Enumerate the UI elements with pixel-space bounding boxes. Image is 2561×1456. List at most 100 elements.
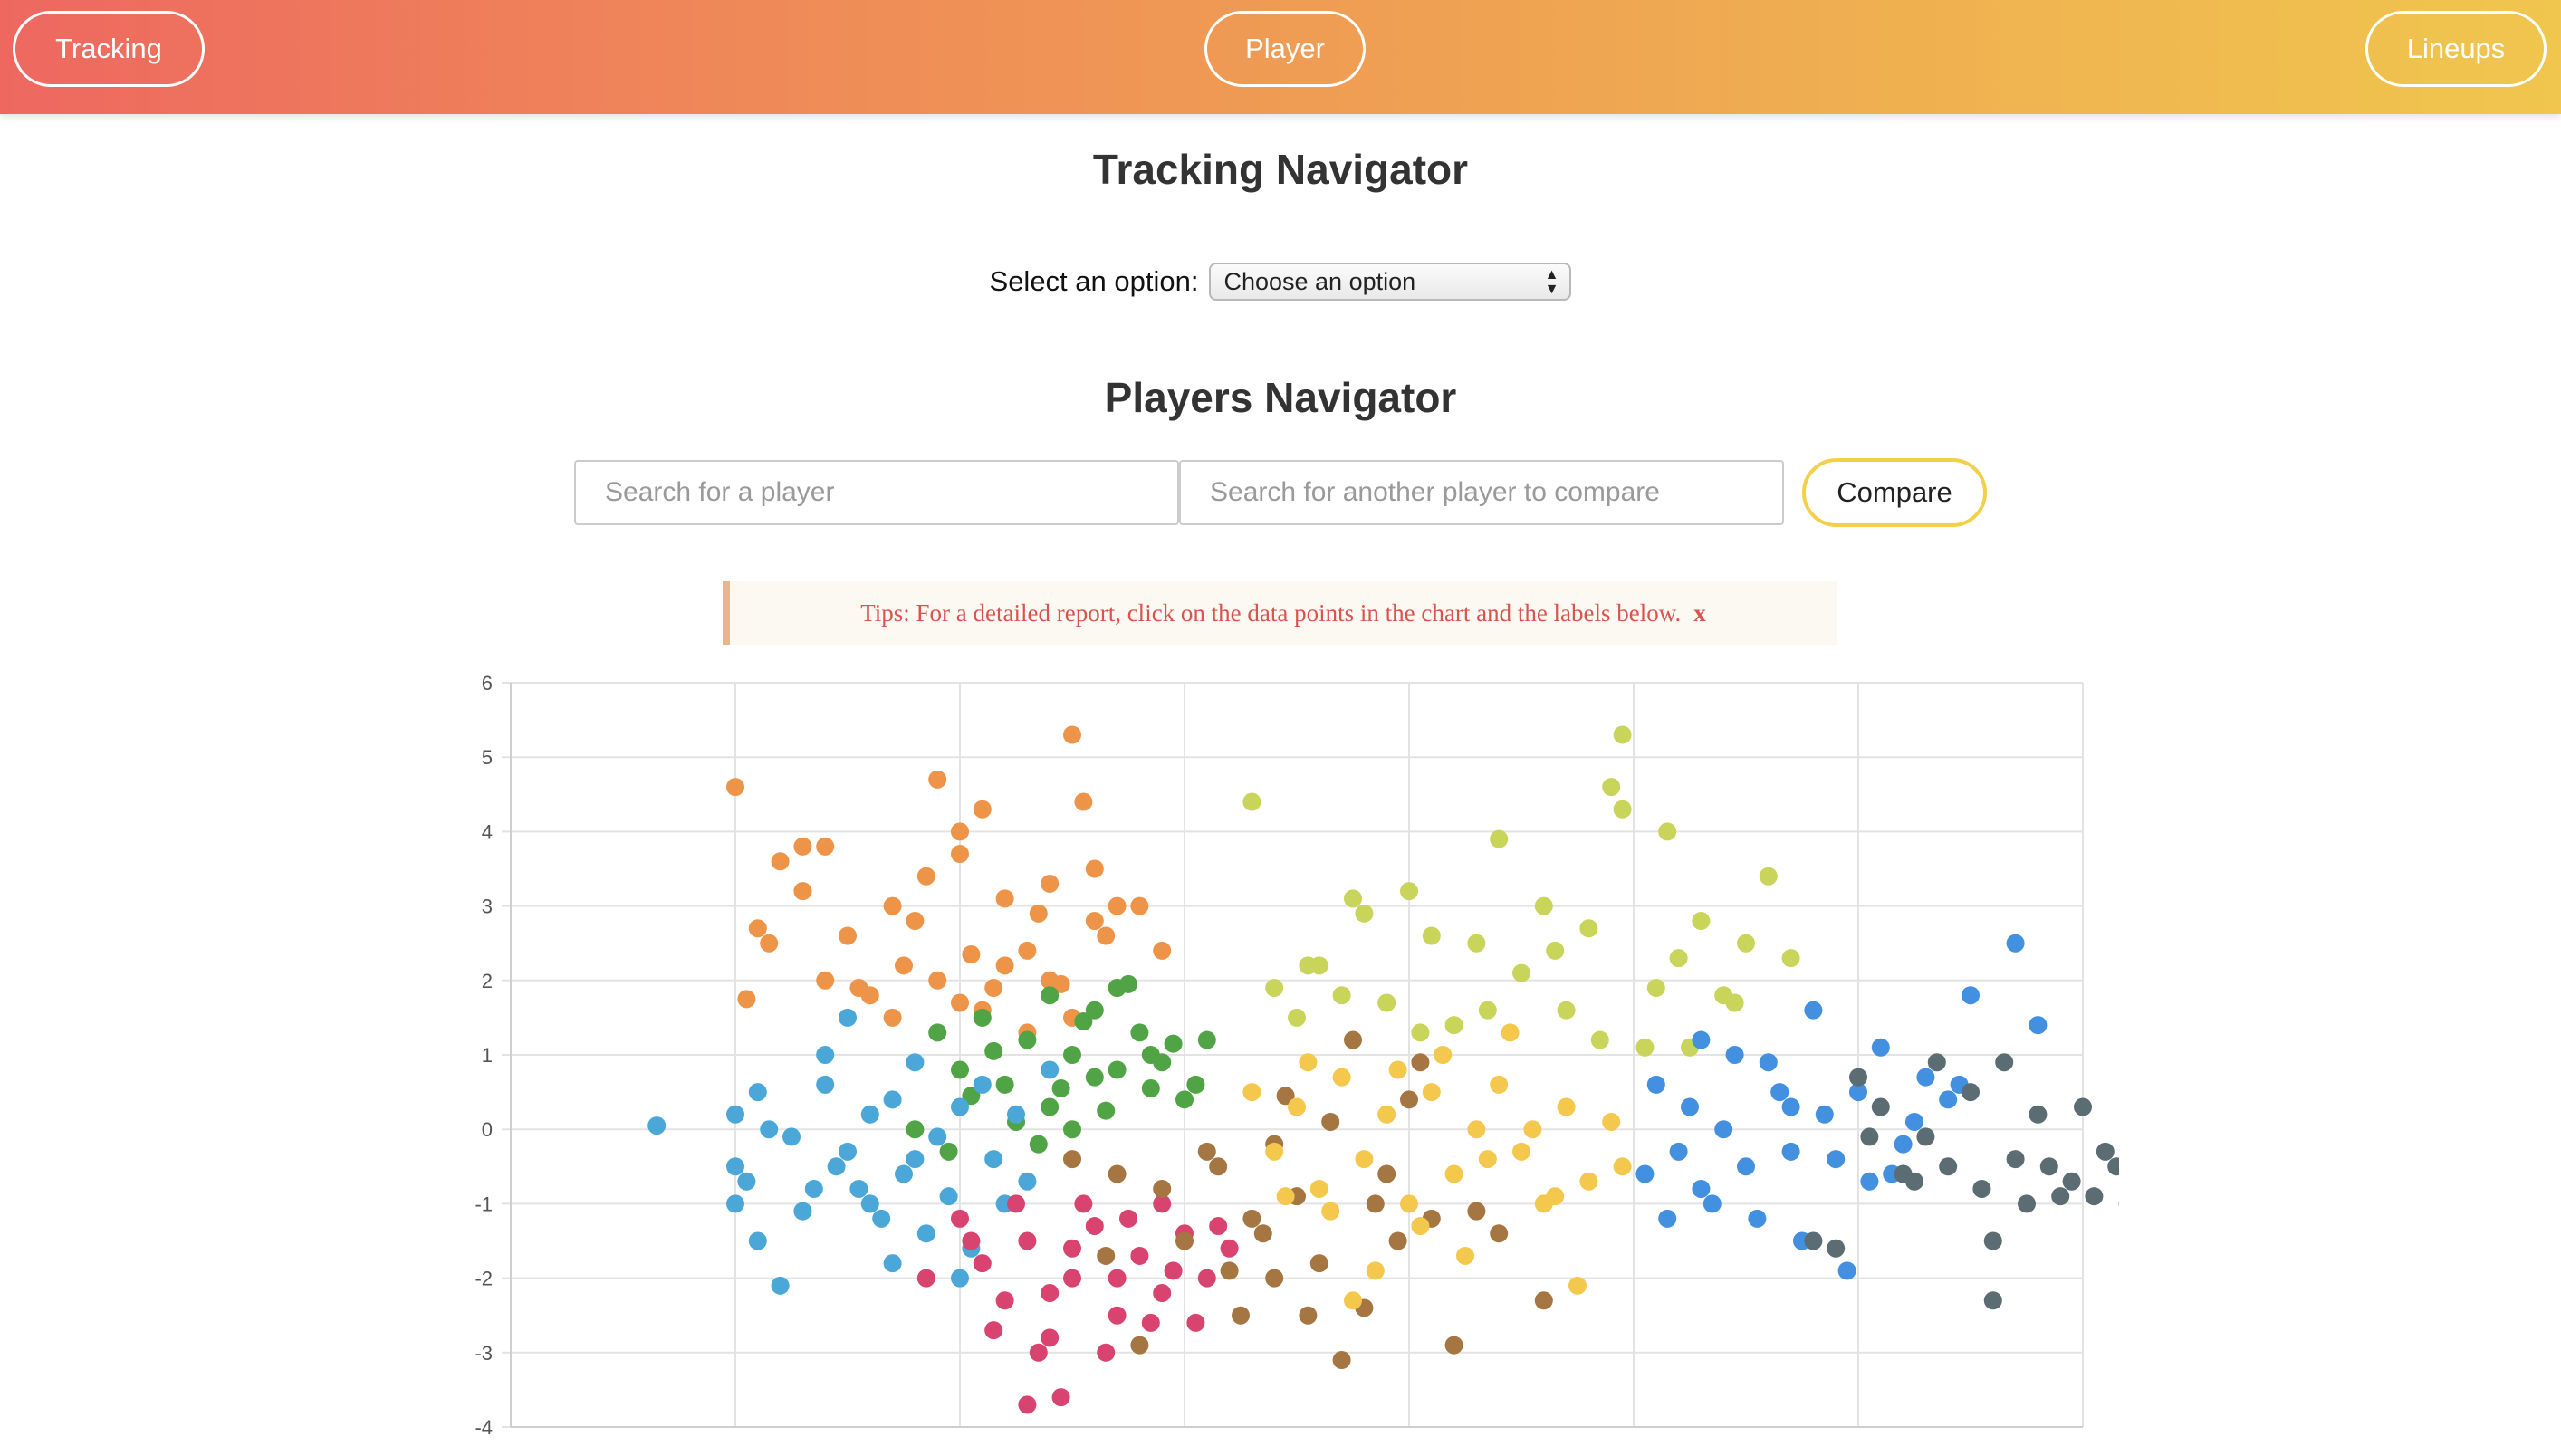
data-point[interactable] bbox=[1759, 1053, 1778, 1072]
data-point[interactable] bbox=[1029, 904, 1048, 923]
data-point[interactable] bbox=[1737, 1157, 1755, 1176]
data-point[interactable] bbox=[1669, 949, 1688, 968]
data-point[interactable] bbox=[1579, 919, 1598, 938]
data-point[interactable] bbox=[1534, 896, 1553, 915]
data-point[interactable] bbox=[984, 1321, 1003, 1340]
data-point[interactable] bbox=[1051, 1388, 1070, 1407]
data-point[interactable] bbox=[816, 971, 835, 990]
data-point[interactable] bbox=[1130, 896, 1149, 915]
data-point[interactable] bbox=[1871, 1097, 1890, 1116]
data-point[interactable] bbox=[951, 1060, 969, 1079]
data-point[interactable] bbox=[1860, 1172, 1879, 1191]
data-point[interactable] bbox=[1332, 1068, 1351, 1087]
data-point[interactable] bbox=[1108, 1306, 1127, 1325]
data-point[interactable] bbox=[1355, 1150, 1374, 1169]
data-point[interactable] bbox=[1781, 1097, 1800, 1116]
data-point[interactable] bbox=[928, 1127, 947, 1146]
data-point[interactable] bbox=[1568, 1276, 1587, 1295]
data-point[interactable] bbox=[883, 896, 902, 915]
data-point[interactable] bbox=[1646, 979, 1665, 998]
data-point[interactable] bbox=[951, 1269, 969, 1288]
data-point[interactable] bbox=[1635, 1038, 1655, 1057]
data-point[interactable] bbox=[1074, 792, 1093, 811]
data-point[interactable] bbox=[1209, 1217, 1228, 1236]
data-point[interactable] bbox=[1388, 1060, 1407, 1079]
data-point[interactable] bbox=[1748, 1209, 1767, 1228]
data-point[interactable] bbox=[1041, 1060, 1060, 1079]
data-point[interactable] bbox=[1467, 934, 1486, 953]
data-point[interactable] bbox=[883, 1090, 902, 1109]
data-point[interactable] bbox=[1265, 1142, 1284, 1161]
data-point[interactable] bbox=[1422, 1083, 1441, 1102]
data-point[interactable] bbox=[1175, 1090, 1194, 1109]
data-point[interactable] bbox=[1164, 1261, 1183, 1280]
data-point[interactable] bbox=[951, 845, 969, 864]
data-point[interactable] bbox=[1860, 1127, 1879, 1146]
data-point[interactable] bbox=[1186, 1313, 1205, 1332]
data-point[interactable] bbox=[1602, 1112, 1621, 1131]
data-point[interactable] bbox=[1063, 1239, 1081, 1258]
data-point[interactable] bbox=[1366, 1261, 1385, 1280]
data-point[interactable] bbox=[1557, 1001, 1576, 1020]
data-point[interactable] bbox=[973, 800, 992, 819]
data-point[interactable] bbox=[1130, 1023, 1149, 1042]
data-point[interactable] bbox=[816, 837, 835, 856]
data-point[interactable] bbox=[1849, 1068, 1867, 1087]
data-point[interactable] bbox=[760, 1120, 779, 1139]
data-point[interactable] bbox=[1288, 1097, 1306, 1116]
data-point[interactable] bbox=[939, 1187, 958, 1206]
data-point[interactable] bbox=[1309, 1179, 1328, 1198]
data-point[interactable] bbox=[1186, 1075, 1205, 1094]
data-point[interactable] bbox=[1411, 1023, 1430, 1042]
data-point[interactable] bbox=[804, 1179, 823, 1198]
data-point[interactable] bbox=[1478, 1150, 1497, 1169]
data-point[interactable] bbox=[1108, 1060, 1127, 1079]
data-point[interactable] bbox=[1939, 1157, 1958, 1176]
data-point[interactable] bbox=[1444, 1164, 1463, 1183]
lineups-nav-button[interactable]: Lineups bbox=[2365, 11, 2547, 87]
data-point[interactable] bbox=[748, 1083, 767, 1102]
data-point[interactable] bbox=[1097, 1101, 1116, 1120]
data-point[interactable] bbox=[1332, 1351, 1351, 1370]
data-point[interactable] bbox=[1063, 1269, 1081, 1288]
data-point[interactable] bbox=[951, 993, 969, 1012]
data-point[interactable] bbox=[883, 1254, 902, 1273]
data-point[interactable] bbox=[1197, 1030, 1216, 1049]
data-point[interactable] bbox=[1602, 778, 1621, 797]
data-point[interactable] bbox=[1041, 1284, 1060, 1303]
data-point[interactable] bbox=[973, 1254, 992, 1273]
data-point[interactable] bbox=[1444, 1336, 1463, 1355]
data-point[interactable] bbox=[1411, 1217, 1430, 1236]
data-point[interactable] bbox=[737, 990, 756, 1009]
data-point[interactable] bbox=[1983, 1231, 2002, 1250]
data-point[interactable] bbox=[760, 934, 779, 953]
data-point[interactable] bbox=[951, 1097, 969, 1116]
data-point[interactable] bbox=[726, 1157, 744, 1176]
data-point[interactable] bbox=[1501, 1023, 1520, 1042]
data-point[interactable] bbox=[1175, 1231, 1194, 1250]
data-point[interactable] bbox=[816, 1075, 835, 1094]
data-point[interactable] bbox=[895, 1164, 913, 1183]
data-point[interactable] bbox=[973, 1008, 992, 1027]
data-point[interactable] bbox=[1029, 1343, 1048, 1362]
data-point[interactable] bbox=[1063, 725, 1081, 744]
data-point[interactable] bbox=[2096, 1142, 2115, 1161]
data-point[interactable] bbox=[1467, 1120, 1486, 1139]
data-point[interactable] bbox=[839, 1142, 857, 1161]
data-point[interactable] bbox=[973, 1075, 992, 1094]
data-point[interactable] bbox=[1613, 1157, 1632, 1176]
data-point[interactable] bbox=[1411, 1053, 1430, 1072]
data-point[interactable] bbox=[1905, 1112, 1923, 1131]
data-point[interactable] bbox=[1220, 1239, 1239, 1258]
data-point[interactable] bbox=[895, 956, 913, 975]
data-point[interactable] bbox=[906, 1120, 925, 1139]
data-point[interactable] bbox=[995, 889, 1014, 908]
data-point[interactable] bbox=[1490, 829, 1509, 848]
data-point[interactable] bbox=[1063, 1150, 1081, 1169]
data-point[interactable] bbox=[1153, 941, 1172, 960]
data-point[interactable] bbox=[1018, 1395, 1037, 1414]
data-point[interactable] bbox=[1309, 1254, 1328, 1273]
data-point[interactable] bbox=[1119, 974, 1137, 993]
compare-player-search-input[interactable] bbox=[1179, 460, 1784, 525]
data-point[interactable] bbox=[1007, 1105, 1025, 1124]
